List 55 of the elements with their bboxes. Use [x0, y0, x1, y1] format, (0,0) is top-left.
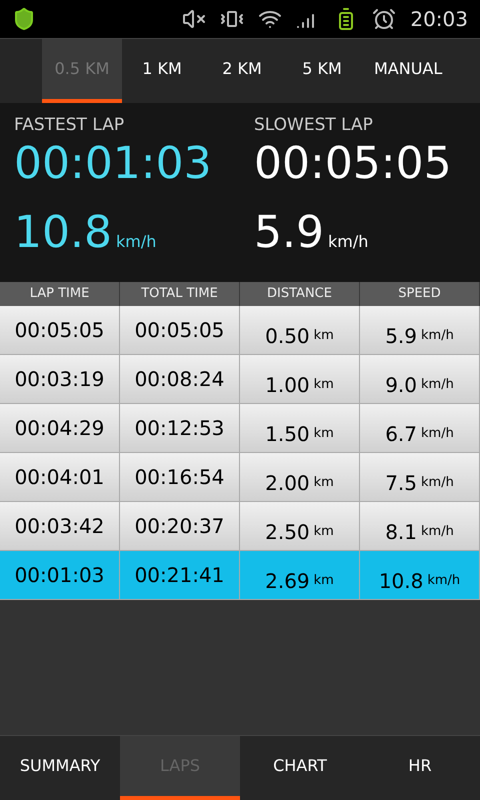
table-cell-text: 7.5 [385, 470, 417, 497]
table-cell-text: 00:12:53 [134, 415, 224, 442]
speed-unit: km/h [116, 231, 156, 254]
table-cell-text: 00:20:37 [134, 513, 224, 540]
lap-speed: 5.9 [254, 206, 324, 260]
table-cell-text: 00:05:05 [14, 317, 104, 344]
interval-tab[interactable]: 1 KM [122, 39, 202, 103]
table-cell-text: 6.7 [385, 421, 417, 448]
lap-time: 00:05:05 [254, 137, 452, 192]
table-cell-text: 00:03:42 [14, 513, 104, 540]
bottom-tab[interactable]: SUMMARY [0, 736, 120, 800]
lap-time: 00:01:03 [14, 137, 212, 192]
interval-tab[interactable]: 5 KM [282, 39, 362, 103]
table-cell-text: 00:03:19 [14, 366, 104, 393]
unit-label: km [314, 376, 334, 394]
mute-icon [182, 7, 206, 31]
table-cell-text: 00:04:29 [14, 415, 104, 442]
unit-label: km/h [421, 327, 454, 346]
shield-icon [12, 7, 36, 31]
unit-label: km/h [421, 474, 454, 492]
unit-label: km [314, 327, 334, 346]
alarm-icon [372, 7, 396, 31]
unit-label: km [314, 474, 334, 492]
table-cell-text: 00:16:54 [134, 464, 224, 491]
unit-label: km/h [421, 523, 454, 542]
table-cell-text: 00:08:24 [134, 366, 224, 393]
table-cell-text: 8.1 [385, 519, 417, 546]
table-cell-text: 10.8 [378, 568, 424, 595]
table-cell-text: 2.50 [265, 519, 310, 546]
table-cell-text: 2.69 [265, 568, 310, 595]
bottom-tab[interactable]: CHART [240, 736, 360, 800]
table-cell-text: 1.00 [265, 372, 310, 399]
table-cell-text: 00:05:05 [134, 317, 224, 344]
table-cell-text: 0.50 [265, 323, 310, 350]
bottom-tab[interactable]: HR [360, 736, 480, 800]
unit-label: km/h [421, 376, 454, 394]
table-cell-text: 1.50 [265, 421, 310, 448]
interval-tab[interactable]: 2 KM [202, 39, 282, 103]
stat-label: FASTEST LAP [14, 115, 124, 136]
table-cell-text: 00:01:03 [14, 562, 104, 589]
interval-tab[interactable]: MANUAL [362, 39, 454, 103]
stat-label: SLOWEST LAP [254, 115, 373, 136]
unit-label: km [314, 523, 334, 542]
lap-speed: 10.8 [14, 206, 112, 260]
unit-label: km/h [421, 425, 454, 444]
table-cell-text: 5.9 [385, 323, 417, 350]
table-cell-text: 9.0 [385, 372, 417, 399]
unit-label: km [314, 572, 334, 590]
table-cell-text: 2.00 [265, 470, 310, 497]
unit-label: km [314, 425, 334, 444]
table-cell-text: 00:21:41 [134, 562, 224, 589]
speed-unit: km/h [328, 231, 368, 254]
table-cell-text: 00:04:01 [14, 464, 104, 491]
unit-label: km/h [427, 572, 460, 590]
clock: 20:03 [410, 6, 468, 33]
